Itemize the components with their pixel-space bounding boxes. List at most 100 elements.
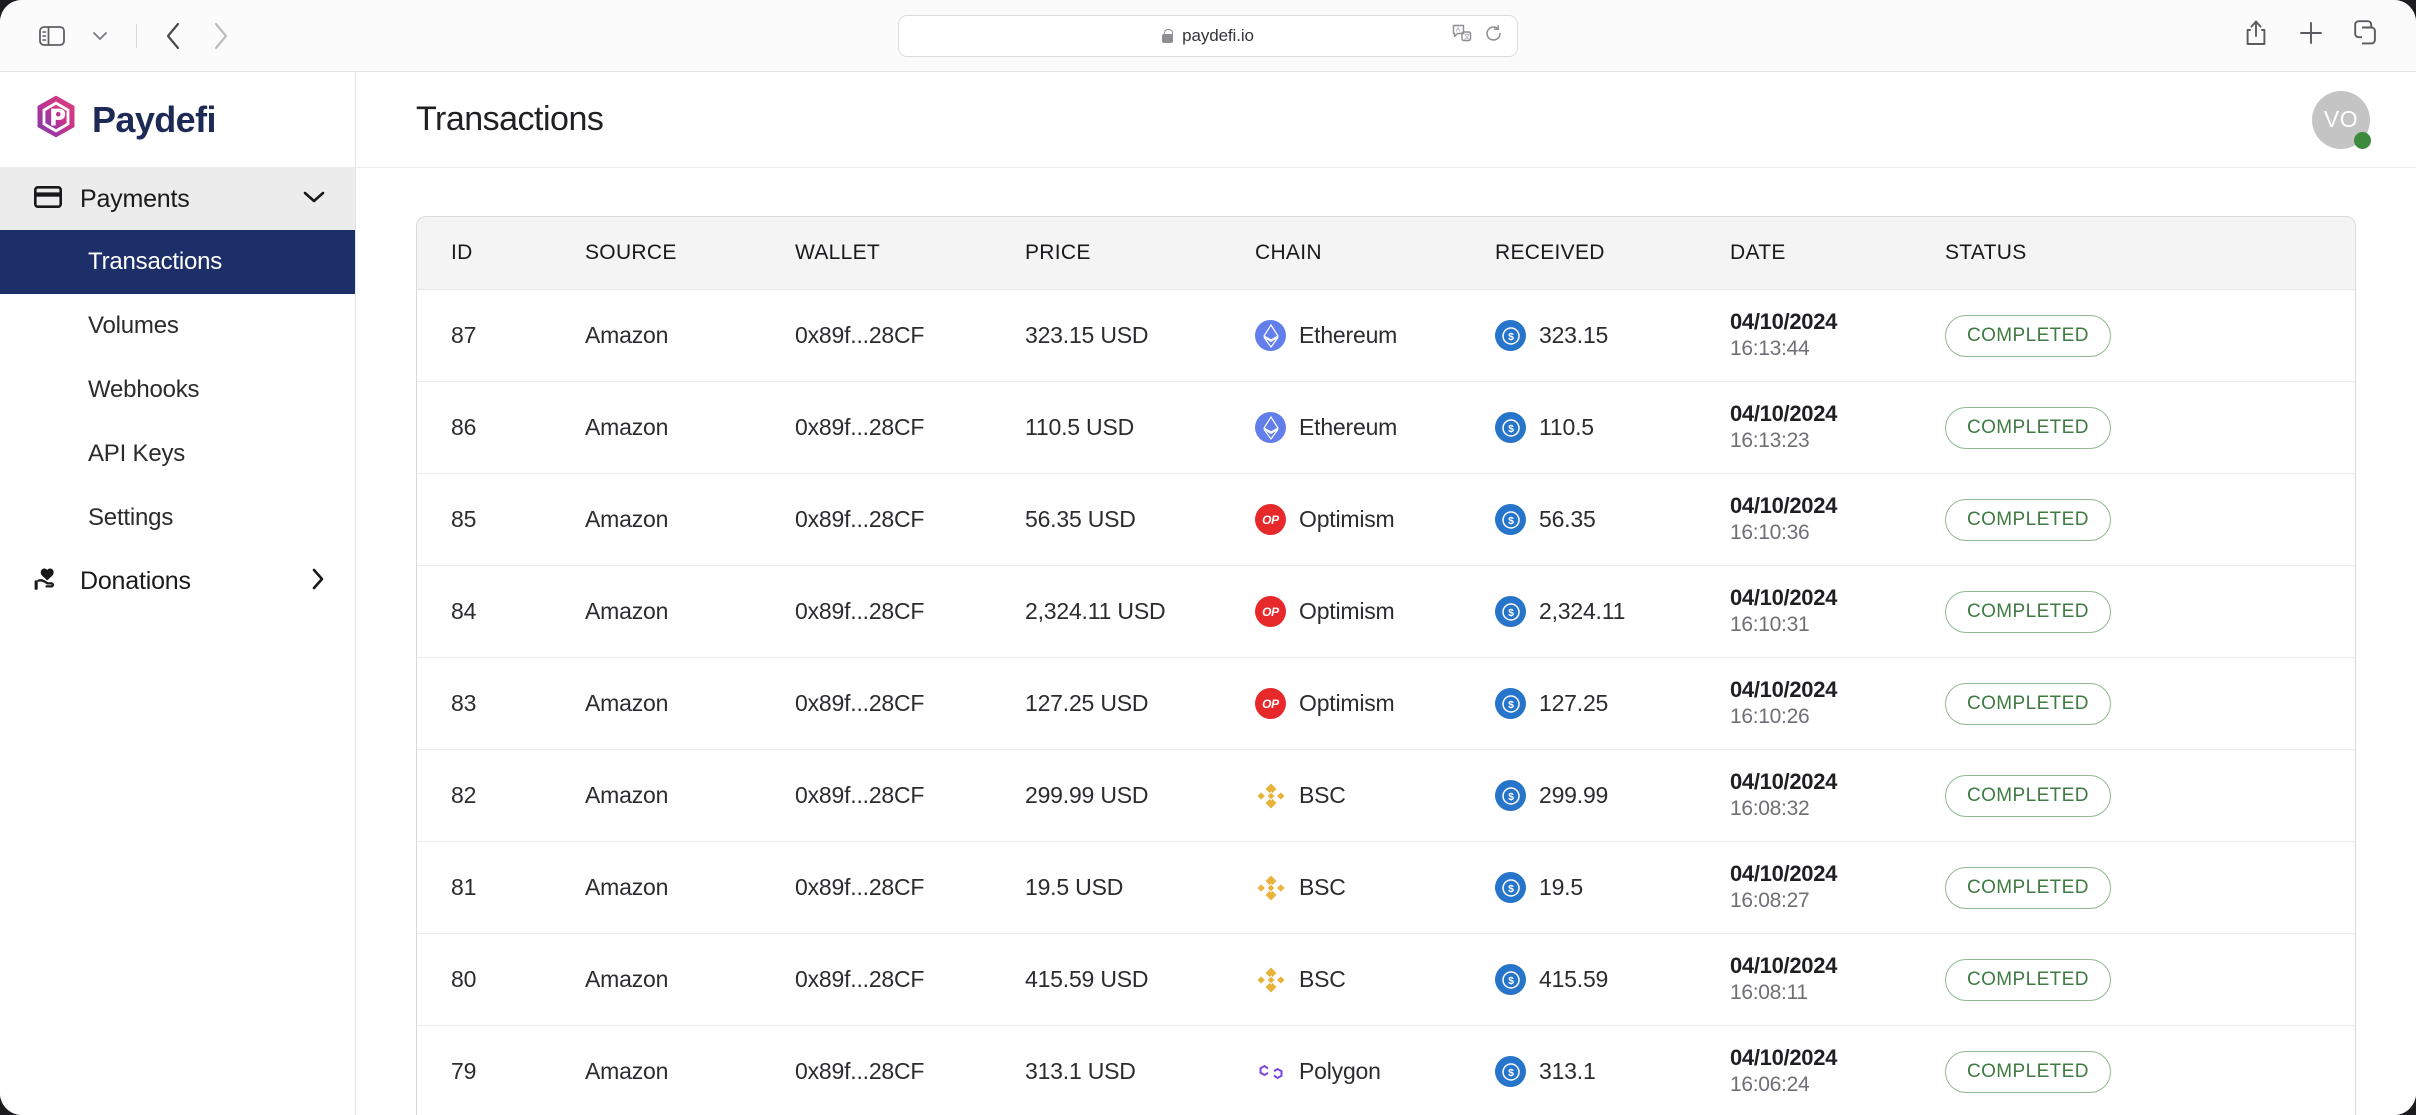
status-badge[interactable]: COMPLETED	[1945, 498, 2111, 541]
table-row[interactable]: 83 Amazon 0x89f...28CF 127.25 USD OP Optimism…	[417, 657, 2355, 751]
page-title: Transactions	[416, 100, 604, 138]
table-row[interactable]: 81 Amazon 0x89f...28CF 19.5 USD BSC $19.5 04/1…	[417, 841, 2355, 935]
cell-status: COMPLETED	[1945, 1025, 2355, 1115]
chain-label: BSC	[1299, 874, 1346, 901]
cell-wallet: 0x89f...28CF	[795, 657, 1025, 751]
status-badge[interactable]: COMPLETED	[1945, 406, 2111, 449]
cell-price: 313.1 USD	[1025, 1025, 1255, 1115]
translate-icon[interactable]: A 文	[1452, 23, 1472, 48]
cell-date: 04/10/2024 16:08:27	[1730, 841, 1945, 935]
cell-chain: Polygon	[1255, 1025, 1495, 1115]
cell-price: 56.35 USD	[1025, 473, 1255, 567]
table-row[interactable]: 86 Amazon 0x89f...28CF 110.5 USD Ethereum $11…	[417, 381, 2355, 475]
cell-chain: Ethereum	[1255, 381, 1495, 475]
time-value: 16:10:36	[1730, 521, 1810, 545]
sidebar-item-volumes[interactable]: Volumes	[0, 294, 355, 358]
column-header-id[interactable]: ID	[417, 217, 585, 290]
cell-source: Amazon	[585, 657, 795, 751]
url-text: paydefi.io	[1182, 25, 1254, 45]
cell-status: COMPLETED	[1945, 657, 2355, 751]
sidebar-item-label: Webhooks	[88, 376, 200, 403]
cell-wallet: 0x89f...28CF	[795, 841, 1025, 935]
status-badge[interactable]: COMPLETED	[1945, 682, 2111, 725]
cell-status: COMPLETED	[1945, 289, 2355, 383]
svg-text:文: 文	[1464, 33, 1470, 41]
svg-text:$: $	[1508, 515, 1514, 527]
cell-date: 04/10/2024 16:10:36	[1730, 473, 1945, 567]
main-content: Transactions VO ID SOURCE WALLET PRICE C…	[356, 72, 2416, 1115]
table-row[interactable]: 80 Amazon 0x89f...28CF 415.59 USD BSC $415.59…	[417, 933, 2355, 1027]
cell-received: $19.5	[1495, 841, 1730, 935]
cell-id: 85	[417, 473, 585, 567]
table-row[interactable]: 84 Amazon 0x89f...28CF 2,324.11 USD OP Optimi…	[417, 565, 2355, 659]
date-value: 04/10/2024	[1730, 1045, 1838, 1071]
brand-logo[interactable]: Paydefi	[0, 72, 355, 168]
cell-chain: OP Optimism	[1255, 657, 1495, 751]
browser-toolbar: paydefi.io A 文	[0, 0, 2416, 72]
share-icon[interactable]	[2244, 19, 2268, 52]
cell-status: COMPLETED	[1945, 749, 2355, 843]
date-value: 04/10/2024	[1730, 493, 1838, 519]
status-badge[interactable]: COMPLETED	[1945, 1050, 2111, 1093]
table-row[interactable]: 82 Amazon 0x89f...28CF 299.99 USD BSC $299.99…	[417, 749, 2355, 843]
brand-name: Paydefi	[92, 98, 216, 140]
column-header-received[interactable]: RECEIVED	[1495, 217, 1730, 290]
forward-button[interactable]	[199, 14, 243, 58]
table-row[interactable]: 87 Amazon 0x89f...28CF 323.15 USD Ethereum $3…	[417, 289, 2355, 383]
svg-text:A: A	[1456, 28, 1460, 34]
status-badge[interactable]: COMPLETED	[1945, 590, 2111, 633]
sidebar-toggle-icon[interactable]	[30, 14, 74, 58]
toolbar-right-group	[2244, 19, 2380, 52]
address-bar[interactable]: paydefi.io A 文	[898, 14, 1518, 57]
tab-overview-icon[interactable]	[2354, 20, 2380, 51]
reload-icon[interactable]	[1484, 24, 1503, 48]
sidebar-item-api-keys[interactable]: API Keys	[0, 422, 355, 486]
received-amount: 110.5	[1539, 414, 1594, 441]
column-header-date[interactable]: DATE	[1730, 217, 1945, 290]
chevron-down-icon[interactable]	[78, 14, 122, 58]
sidebar-item-transactions[interactable]: Transactions	[0, 230, 355, 294]
table-row[interactable]: 79 Amazon 0x89f...28CF 313.1 USD Polygon $313…	[417, 1025, 2355, 1115]
cell-id: 86	[417, 381, 585, 475]
column-header-chain[interactable]: CHAIN	[1255, 217, 1495, 290]
cell-date: 04/10/2024 16:08:11	[1730, 933, 1945, 1027]
optimism-icon: OP	[1255, 596, 1286, 628]
status-badge[interactable]: COMPLETED	[1945, 314, 2111, 357]
cell-wallet: 0x89f...28CF	[795, 381, 1025, 475]
address-bar-container: paydefi.io A 文	[898, 14, 1518, 57]
received-amount: 127.25	[1539, 690, 1609, 717]
column-header-status[interactable]: STATUS	[1945, 217, 2355, 290]
cell-wallet: 0x89f...28CF	[795, 933, 1025, 1027]
plus-icon[interactable]	[2298, 20, 2324, 51]
status-badge[interactable]: COMPLETED	[1945, 774, 2111, 817]
toolbar-left-group	[0, 14, 243, 58]
chain-label: BSC	[1299, 782, 1346, 809]
column-header-wallet[interactable]: WALLET	[795, 217, 1025, 290]
address-bar-actions: A 文	[1452, 23, 1503, 48]
chain-label: BSC	[1299, 966, 1346, 993]
column-header-price[interactable]: PRICE	[1025, 217, 1255, 290]
cell-chain: BSC	[1255, 749, 1495, 843]
sidebar-group-donations[interactable]: Donations	[0, 550, 355, 612]
svg-text:$: $	[1508, 791, 1514, 803]
status-badge[interactable]: COMPLETED	[1945, 958, 2111, 1001]
column-header-source[interactable]: SOURCE	[585, 217, 795, 290]
binance-icon	[1255, 872, 1286, 903]
sidebar-item-webhooks[interactable]: Webhooks	[0, 358, 355, 422]
chevron-down-icon	[303, 190, 325, 209]
svg-text:$: $	[1508, 699, 1514, 711]
date-value: 04/10/2024	[1730, 677, 1838, 703]
chain-label: Optimism	[1299, 506, 1395, 533]
status-badge[interactable]: COMPLETED	[1945, 866, 2111, 909]
sidebar-item-settings[interactable]: Settings	[0, 486, 355, 550]
avatar[interactable]: VO	[2312, 90, 2371, 149]
table-row[interactable]: 85 Amazon 0x89f...28CF 56.35 USD OP Optimism $…	[417, 473, 2355, 567]
sidebar-group-label: Payments	[80, 184, 190, 213]
back-button[interactable]	[151, 14, 195, 58]
sidebar-group-payments[interactable]: Payments	[0, 168, 355, 230]
usdc-icon: $	[1495, 964, 1526, 996]
sidebar: Paydefi Payments Transactions Volumes We…	[0, 72, 356, 1115]
cell-source: Amazon	[585, 289, 795, 383]
cell-source: Amazon	[585, 841, 795, 935]
cell-chain: OP Optimism	[1255, 565, 1495, 659]
